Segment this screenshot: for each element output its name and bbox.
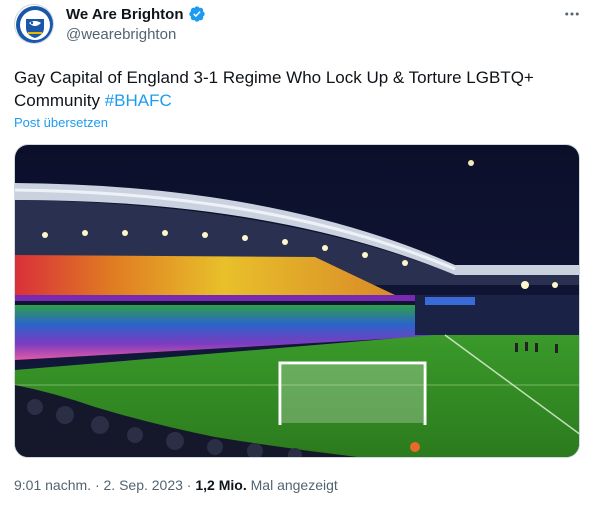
post-date[interactable]: 2. Sep. 2023: [104, 477, 183, 493]
tweet-media[interactable]: [14, 144, 580, 458]
avatar[interactable]: [14, 4, 54, 44]
ellipsis-icon: [565, 12, 579, 16]
meta-separator: ·: [91, 477, 104, 493]
post-time[interactable]: 9:01 nachm.: [14, 477, 91, 493]
hashtag-link[interactable]: #BHAFC: [105, 91, 172, 110]
views-count: 1,2 Mio.: [195, 477, 247, 493]
club-crest-avatar-icon: [16, 6, 53, 43]
account-handle[interactable]: @wearebrighton: [66, 26, 176, 43]
views-label: Mal angezeigt: [246, 477, 338, 493]
stadium-photo: [15, 145, 579, 457]
meta-separator-2: ·: [182, 477, 196, 493]
tweet-meta: 9:01 nachm. · 2. Sep. 2023 · 1,2 Mio. Ma…: [14, 477, 338, 493]
display-name[interactable]: We Are Brighton: [66, 6, 184, 23]
tweet-body: Gay Capital of England 3-1 Regime Who Lo…: [14, 68, 534, 110]
verified-badge-icon: [188, 6, 205, 22]
more-options-icon[interactable]: [560, 2, 584, 26]
tweet-text: Gay Capital of England 3-1 Regime Who Lo…: [14, 66, 574, 112]
account-name-row: We Are Brighton: [66, 5, 206, 23]
translate-post-link[interactable]: Post übersetzen: [14, 115, 108, 130]
